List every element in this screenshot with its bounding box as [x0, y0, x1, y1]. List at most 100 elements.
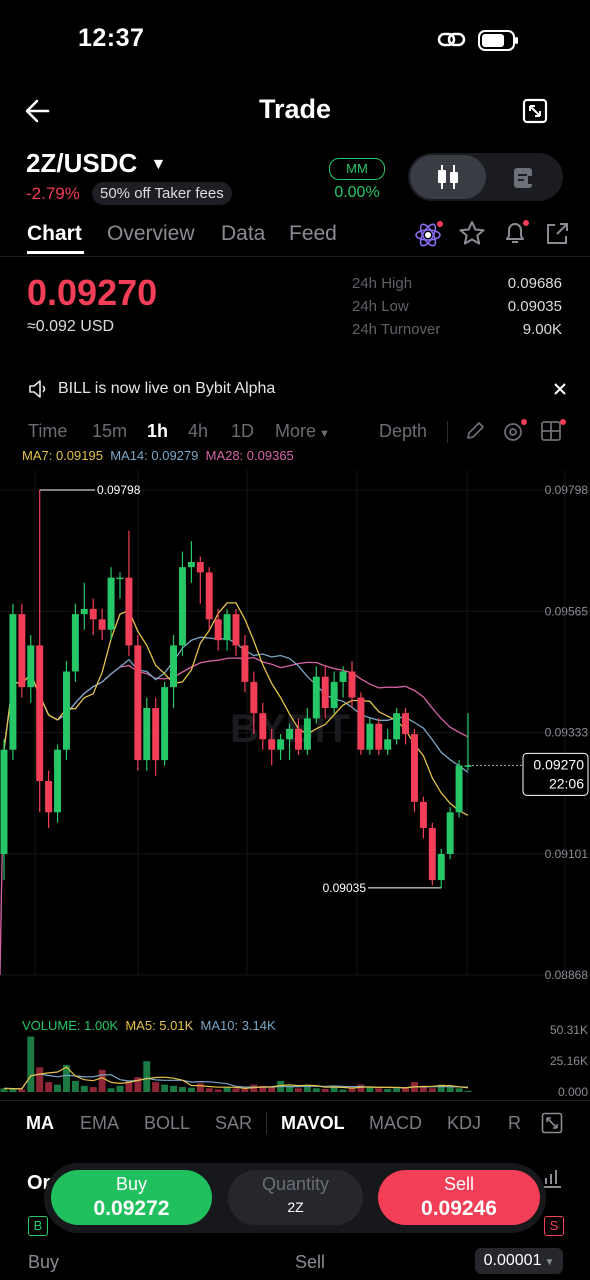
share-icon[interactable]: [543, 220, 571, 248]
volume-bar: [366, 1087, 374, 1092]
price-change: -2.79%: [26, 184, 80, 203]
indicator-ema[interactable]: EMA: [80, 1113, 119, 1134]
x-tick-label: 05/08 00:00: [430, 989, 504, 990]
volume-bar: [107, 1088, 115, 1092]
ma14-legend: MA14: 0.09279: [110, 448, 199, 463]
quantity-field[interactable]: Quantity 2Z: [228, 1170, 363, 1225]
sell-button[interactable]: Sell 0.09246: [378, 1170, 540, 1225]
candlestick-chart[interactable]: 0.09798 0.09565 0.09333 0.09101 0.08868 05/06…: [0, 470, 590, 990]
volume-bar: [455, 1088, 463, 1092]
high-annotation-label: 0.09798: [97, 483, 141, 497]
indicator-r[interactable]: R: [508, 1113, 521, 1134]
stat-label-low: 24h Low: [352, 298, 409, 315]
volume-bar: [187, 1087, 195, 1092]
indicator-ma[interactable]: MA: [26, 1113, 54, 1134]
candle-body: [187, 561, 195, 568]
chart-view-button[interactable]: [410, 155, 486, 199]
candle-body: [125, 577, 133, 646]
candle-body: [303, 718, 311, 750]
bell-icon[interactable]: [501, 218, 531, 248]
volume-bar: [241, 1088, 249, 1092]
ai-atom-icon[interactable]: [414, 220, 444, 248]
order-book-sell-tab[interactable]: Sell: [295, 1252, 325, 1273]
pair-selector[interactable]: 2Z/USDC ▼: [26, 148, 166, 179]
tf-4h[interactable]: 4h: [188, 421, 208, 442]
volume-bar: [196, 1083, 204, 1092]
candle-body: [178, 567, 186, 646]
x-tick-label: 05/08 10: [538, 989, 590, 990]
promo-badge[interactable]: 50% off Taker fees: [92, 182, 232, 205]
mm-badge[interactable]: MM: [329, 158, 385, 180]
y-tick-label: 0.09565: [545, 604, 589, 618]
volume-bar: [428, 1088, 436, 1092]
candle-body: [259, 713, 267, 740]
indicator-mavol[interactable]: MAVOL: [281, 1113, 345, 1134]
volume-bar: [80, 1085, 88, 1092]
indicator-sar[interactable]: SAR: [215, 1113, 252, 1134]
ma7-legend: MA7: 0.09195: [22, 448, 103, 463]
ma-legend: MA7: 0.09195 MA14: 0.09279 MA28: 0.09365: [22, 448, 294, 463]
x-tick-label: 05/06 08:00: [0, 989, 72, 990]
order-book-icon[interactable]: [511, 165, 537, 191]
stat-value-high: 0.09686: [507, 275, 562, 292]
tf-15m[interactable]: 15m: [92, 421, 127, 442]
indicator-kdj[interactable]: KDJ: [447, 1113, 481, 1134]
tf-1d[interactable]: 1D: [231, 421, 254, 442]
layout-grid-icon[interactable]: [540, 418, 568, 446]
expand-icon[interactable]: [541, 1112, 563, 1134]
tf-depth[interactable]: Depth: [379, 421, 427, 442]
volume-bar: [357, 1084, 365, 1092]
volume-bar: [161, 1084, 169, 1092]
candle-body: [437, 854, 445, 881]
volume-bar: [178, 1087, 186, 1092]
candle-body: [116, 577, 124, 580]
usd-equivalent: ≈0.092 USD: [27, 318, 115, 335]
fullscreen-icon[interactable]: [522, 98, 548, 124]
candle-body: [393, 713, 401, 740]
announcement-text[interactable]: BILL is now live on Bybit Alpha: [58, 380, 275, 398]
stat-value-turnover: 9.00K: [522, 321, 562, 338]
tf-time[interactable]: Time: [28, 421, 67, 442]
tab-overview[interactable]: Overview: [107, 222, 195, 246]
candle-body: [330, 681, 338, 708]
battery-icon: [478, 30, 518, 51]
page-title: Trade: [258, 94, 332, 124]
ma28-legend: MA28: 0.09365: [205, 448, 294, 463]
volume-chart[interactable]: 50.31K 25.16K 0.000: [0, 1014, 590, 1104]
tab-chart[interactable]: Chart: [27, 222, 82, 246]
tab-feed[interactable]: Feed: [289, 222, 337, 246]
candle-body: [348, 671, 356, 698]
candle-body: [277, 739, 285, 750]
indicator-divider: [266, 1112, 267, 1134]
y-tick-label: 0.09101: [545, 847, 589, 861]
buy-button-price: 0.09272: [93, 1197, 170, 1220]
precision-select[interactable]: 0.00001 ▼: [475, 1248, 563, 1274]
tf-more-label: More: [275, 421, 317, 441]
order-book-buy-tab[interactable]: Buy: [28, 1252, 59, 1273]
star-icon[interactable]: [458, 219, 486, 247]
candle-body: [71, 614, 79, 672]
candle-body: [357, 697, 365, 750]
tab-divider: [0, 256, 590, 257]
tf-1h[interactable]: 1h: [147, 421, 168, 442]
indicator-settings-icon[interactable]: [502, 418, 530, 446]
active-tab-indicator: [27, 251, 84, 254]
tf-more[interactable]: More ▼: [275, 421, 330, 442]
indicator-macd[interactable]: MACD: [369, 1113, 422, 1134]
candle-body: [402, 713, 410, 735]
candle-body: [214, 619, 222, 641]
candle-body: [18, 614, 26, 688]
candle-body: [89, 608, 97, 620]
candle-body: [170, 645, 178, 688]
volume-bar: [36, 1067, 44, 1092]
candle-body: [36, 645, 44, 781]
indicator-boll[interactable]: BOLL: [144, 1113, 190, 1134]
link-icon: [437, 32, 466, 47]
sell-marker: S: [544, 1216, 564, 1236]
pencil-icon[interactable]: [464, 420, 486, 442]
buy-button[interactable]: Buy 0.09272: [51, 1170, 212, 1225]
volume-y-tick: 50.31K: [550, 1023, 588, 1037]
tab-data[interactable]: Data: [221, 222, 265, 246]
close-icon[interactable]: [552, 381, 568, 397]
candle-body: [54, 749, 62, 813]
